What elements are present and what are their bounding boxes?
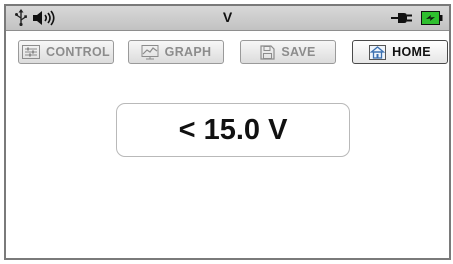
battery-charging-icon	[421, 11, 443, 30]
sliders-icon	[22, 45, 41, 59]
control-button-label: CONTROL	[46, 45, 110, 59]
save-button-label: SAVE	[281, 45, 316, 59]
home-button[interactable]: HOME	[352, 40, 448, 64]
graph-icon	[141, 44, 159, 60]
power-plug-icon	[391, 11, 413, 30]
home-button-label: HOME	[392, 45, 431, 59]
status-bar: V	[6, 6, 449, 31]
control-button[interactable]: CONTROL	[18, 40, 114, 64]
save-button[interactable]: SAVE	[240, 40, 336, 64]
voltage-readout: < 15.0 V	[116, 103, 350, 157]
floppy-disk-icon	[260, 44, 275, 60]
toolbar: CONTROL GRAPH SAVE HOME	[6, 40, 449, 66]
home-icon	[369, 44, 387, 60]
graph-button-label: GRAPH	[164, 45, 212, 59]
graph-button[interactable]: GRAPH	[128, 40, 224, 64]
device-screen: V CONTROL GRAPH SAVE HOME < 15.0 V	[4, 4, 451, 260]
status-title: V	[222, 9, 233, 25]
